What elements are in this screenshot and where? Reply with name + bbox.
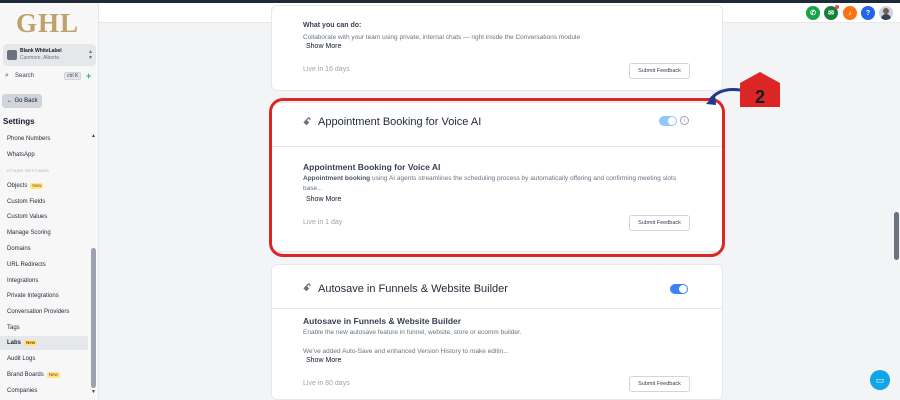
arrow-left-icon: ←: [6, 98, 13, 104]
card-subtitle: Autosave in Funnels & Website Builder: [303, 316, 462, 326]
card-title: Autosave in Funnels & Website Builder: [318, 283, 508, 295]
card-description-extra: We've added Auto-Save and enhanced Versi…: [303, 348, 509, 355]
sidebar-section-label: OTHER SETTINGS: [7, 167, 50, 173]
lab-icon: ꗃ: [303, 117, 311, 128]
show-more-link[interactable]: Show More: [306, 196, 341, 203]
sidebar-item-url-redirects[interactable]: URL Redirects: [0, 258, 88, 272]
arrow-head-icon: [706, 94, 716, 105]
sidebar-item-conversation-providers[interactable]: Conversation Providers: [0, 305, 88, 319]
sidebar-item-companies[interactable]: Companies: [0, 384, 88, 398]
show-more-link[interactable]: Show More: [306, 43, 341, 50]
sidebar-item-private-integrations[interactable]: Private Integrations: [0, 289, 88, 303]
step-annotation: 2: [706, 72, 780, 107]
sidebar-item-objects[interactable]: Objects New: [0, 179, 88, 193]
building-icon: [7, 50, 17, 60]
sidebar-item-custom-values[interactable]: Custom Values: [0, 210, 88, 224]
card-description: Enable the new autosave feature in funne…: [303, 329, 522, 336]
step-number: 2: [755, 87, 765, 107]
chevron-updown-icon: ▴ ▾: [88, 49, 92, 61]
sidebar-item-integrations[interactable]: Integrations: [0, 274, 88, 288]
bell-icon[interactable]: ♪: [843, 6, 857, 20]
new-badge: New: [24, 340, 38, 346]
card-subtitle: Appointment Booking for Voice AI: [303, 162, 441, 172]
search-shortcut: ctrl K: [64, 72, 82, 80]
lab-card-internal-chat: What you can do: Collaborate with your t…: [271, 5, 723, 91]
page-scrollbar[interactable]: [892, 23, 900, 400]
lab-icon: ꗃ: [303, 283, 311, 294]
sidebar: GHL Blank WhiteLabel Canmore, Alberta ▴ ▾…: [0, 0, 99, 400]
megaphone-icon[interactable]: ✉: [824, 5, 839, 20]
sidebar-item-labs[interactable]: Labs New: [0, 336, 88, 350]
scroll-down-icon[interactable]: ▼: [91, 389, 96, 395]
lab-card-autosave: ꗃ Autosave in Funnels & Website Builder …: [271, 264, 723, 400]
phone-icon[interactable]: ✆: [806, 6, 820, 20]
submit-feedback-button[interactable]: Submit Feedback: [629, 215, 690, 231]
card-description: Appointment booking using AI agents stre…: [303, 175, 677, 192]
sidebar-item-audit-logs[interactable]: Audit Logs: [0, 352, 88, 366]
scroll-up-icon[interactable]: ▲: [91, 133, 96, 139]
new-badge: New: [46, 372, 60, 378]
sidebar-item-custom-fields[interactable]: Custom Fields: [0, 195, 88, 209]
card-description: Collaborate with your team using private…: [303, 34, 581, 41]
info-icon[interactable]: i: [680, 116, 689, 125]
top-border: [0, 0, 900, 3]
go-back-button[interactable]: ← Go Back: [2, 94, 42, 108]
sidebar-scrollbar-thumb[interactable]: [91, 248, 96, 388]
live-status: Live in 1 day: [303, 219, 343, 226]
card-header: ꗃ Autosave in Funnels & Website Builder: [272, 265, 722, 309]
quick-add-icon[interactable]: +: [86, 71, 91, 81]
search-label: Search: [15, 73, 35, 79]
chat-widget-icon[interactable]: ▭: [870, 370, 890, 390]
sidebar-item-phone-numbers[interactable]: Phone Numbers: [0, 132, 88, 146]
submit-feedback-button[interactable]: Submit Feedback: [629, 376, 690, 392]
location-name: Blank WhiteLabel: [20, 48, 62, 54]
feature-toggle[interactable]: [670, 284, 688, 294]
page-scrollbar-thumb[interactable]: [894, 212, 899, 260]
sidebar-item-whatsapp[interactable]: WhatsApp: [0, 148, 88, 162]
lab-card-appointment-booking: ꗃ Appointment Booking for Voice AI i App…: [271, 102, 723, 252]
search-icon: ⌕: [5, 72, 9, 79]
sidebar-item-tags[interactable]: Tags: [0, 321, 88, 335]
location-sub: Canmore, Alberta: [20, 55, 59, 61]
sidebar-item-brand-boards[interactable]: Brand Boards New: [0, 368, 88, 382]
go-back-label: Go Back: [14, 98, 38, 104]
card-header: ꗃ Appointment Booking for Voice AI i: [272, 103, 722, 147]
brand-logo[interactable]: GHL: [16, 8, 79, 39]
card-what-label: What you can do:: [303, 22, 362, 29]
help-icon[interactable]: ?: [861, 6, 875, 20]
show-more-link[interactable]: Show More: [306, 357, 341, 364]
notification-dot: [835, 5, 839, 9]
new-badge: New: [30, 183, 44, 189]
submit-feedback-button[interactable]: Submit Feedback: [629, 63, 690, 79]
search-bar[interactable]: ⌕ Search ctrl K +: [3, 71, 96, 83]
live-status: Live in 80 days: [303, 380, 350, 387]
live-status: Live in 16 days: [303, 66, 350, 73]
avatar[interactable]: [879, 6, 893, 20]
sidebar-item-manage-scoring[interactable]: Manage Scoring: [0, 226, 88, 240]
card-title: Appointment Booking for Voice AI: [318, 116, 482, 128]
sidebar-item-domains[interactable]: Domains: [0, 242, 88, 256]
feature-toggle[interactable]: [659, 116, 677, 126]
settings-heading: Settings: [3, 117, 35, 126]
location-switcher[interactable]: Blank WhiteLabel Canmore, Alberta ▴ ▾: [3, 44, 96, 66]
sidebar-scrollbar[interactable]: ▲ ▼: [91, 133, 96, 395]
